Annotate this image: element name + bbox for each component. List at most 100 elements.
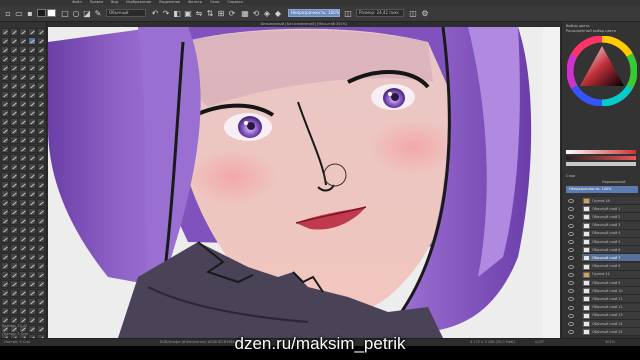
brush-preset-icon[interactable] <box>19 244 27 252</box>
brush-preset-icon[interactable] <box>10 37 18 45</box>
gradient-icon[interactable]: ◪ <box>82 8 92 18</box>
brush-preset-icon[interactable] <box>10 73 18 81</box>
brush-preset-icon[interactable] <box>19 289 27 297</box>
brush-preset-icon[interactable] <box>1 190 9 198</box>
brush-preset-icon[interactable] <box>37 271 45 279</box>
visibility-eye-icon[interactable] <box>568 297 574 302</box>
brush-preset-icon[interactable] <box>10 82 18 90</box>
brush-preset-icon[interactable] <box>1 316 9 324</box>
canvas-tab-title[interactable]: Безымянный [Без изменений] (Масштаб 301%… <box>48 22 560 27</box>
redo-icon[interactable]: ↷ <box>161 8 171 18</box>
brush-preset-icon[interactable] <box>28 253 36 261</box>
layer-row[interactable]: Обычный слой 9 <box>582 279 640 287</box>
workspace-icon[interactable]: ⚙ <box>420 8 430 18</box>
brush-preset-icon[interactable] <box>1 235 9 243</box>
brush-preset-icon[interactable] <box>37 91 45 99</box>
undo-icon[interactable]: ↶ <box>150 8 160 18</box>
brush-preset-icon[interactable] <box>10 199 18 207</box>
brush-preset-icon[interactable] <box>1 109 9 117</box>
brush-preset-icon[interactable] <box>37 73 45 81</box>
brush-preset-icon[interactable] <box>37 226 45 234</box>
brush-preset-icon[interactable] <box>37 316 45 324</box>
brush-preset-icon[interactable] <box>37 244 45 252</box>
flow-icon[interactable]: ◈ <box>262 8 272 18</box>
brush-preset-icon[interactable] <box>37 145 45 153</box>
alpha-lock-icon[interactable]: ▣ <box>183 8 193 18</box>
brush-preset-icon[interactable] <box>10 190 18 198</box>
brush-preset-icon[interactable] <box>19 55 27 63</box>
brush-preset-icon[interactable] <box>1 298 9 306</box>
reload-icon[interactable]: ⟳ <box>227 8 237 18</box>
brush-preset-icon[interactable] <box>28 163 36 171</box>
brush-preset-icon[interactable] <box>37 28 45 36</box>
brush-preset-icon[interactable] <box>1 307 9 315</box>
brush-preset-icon[interactable] <box>1 136 9 144</box>
brush-preset-icon[interactable] <box>37 208 45 216</box>
brush-preset-icon[interactable] <box>37 109 45 117</box>
brush-preset-icon[interactable] <box>28 145 36 153</box>
brush-preset-icon[interactable] <box>1 271 9 279</box>
brush-preset-icon[interactable] <box>28 244 36 252</box>
reset-icon[interactable]: ⟲ <box>251 8 261 18</box>
brush-preset-icon[interactable] <box>10 154 18 162</box>
brush-preset-icon[interactable] <box>37 217 45 225</box>
brush-preset-icon[interactable] <box>19 307 27 315</box>
brush-preset-icon[interactable] <box>28 289 36 297</box>
brush-preset-icon[interactable] <box>37 289 45 297</box>
brush-preset-icon[interactable] <box>19 271 27 279</box>
brush-settings-icon[interactable]: ✎ <box>93 8 103 18</box>
brush-preset-icon[interactable] <box>37 64 45 72</box>
brush-preset-icon[interactable] <box>37 55 45 63</box>
brush-preset-icon[interactable] <box>28 91 36 99</box>
layer-row[interactable]: Обычный слой 5 <box>582 238 640 246</box>
brush-preset-icon[interactable] <box>37 325 45 333</box>
brush-preset-icon[interactable] <box>19 235 27 243</box>
brush-preset-icon[interactable] <box>10 235 18 243</box>
brush-preset-icon[interactable] <box>28 82 36 90</box>
new-document-icon[interactable]: ▫ <box>3 8 13 18</box>
layer-group[interactable]: Группа 18 <box>582 197 640 205</box>
brush-preset-icon[interactable] <box>19 46 27 54</box>
visibility-eye-icon[interactable] <box>568 256 574 261</box>
brush-preset-icon[interactable] <box>19 262 27 270</box>
brush-preset-icon[interactable] <box>1 181 9 189</box>
brush-preset-icon[interactable] <box>28 136 36 144</box>
brush-preset-icon[interactable] <box>28 118 36 126</box>
visibility-eye-icon[interactable] <box>568 281 574 285</box>
brush-preset-icon[interactable] <box>10 118 18 126</box>
brush-preset-icon[interactable] <box>1 253 9 261</box>
brush-preset-icon[interactable] <box>1 217 9 225</box>
layer-row[interactable]: Обычный слой 6 <box>582 246 640 255</box>
layer-row[interactable]: Обычный слой 12 <box>582 303 640 312</box>
brush-preset-icon[interactable] <box>19 100 27 108</box>
brush-preset-icon[interactable] <box>37 262 45 270</box>
brush-preset-icon[interactable] <box>37 82 45 90</box>
brush-preset-icon[interactable] <box>1 46 9 54</box>
save-icon[interactable]: ▪ <box>25 8 35 18</box>
brush-preset-icon[interactable] <box>10 262 18 270</box>
size-lock-icon[interactable]: ◫ <box>408 8 418 18</box>
brush-preset-icon[interactable] <box>37 199 45 207</box>
visibility-eye-icon[interactable] <box>568 231 574 236</box>
brush-preset-icon[interactable] <box>19 190 27 198</box>
brush-preset-icon[interactable] <box>37 280 45 288</box>
layer-row[interactable]: Обычный слой 13 <box>582 311 640 320</box>
brush-preset-icon[interactable] <box>28 73 36 81</box>
brush-preset-icon[interactable] <box>28 226 36 234</box>
artwork-illustration[interactable] <box>48 27 560 338</box>
brush-preset-icon[interactable] <box>10 91 18 99</box>
brush-preset-icon[interactable] <box>19 280 27 288</box>
layer-opacity-field[interactable]: Непрозрачность: 100% <box>566 186 638 193</box>
brush-preset-icon[interactable] <box>10 145 18 153</box>
brush-preset-icon[interactable] <box>28 217 36 225</box>
erase-mode-icon[interactable]: ◧ <box>172 8 182 18</box>
visibility-eye-icon[interactable] <box>568 248 574 253</box>
brush-preset-icon[interactable] <box>10 100 18 108</box>
brush-preset-icon[interactable] <box>1 145 9 153</box>
brush-preset-icon[interactable] <box>10 271 18 279</box>
layer-row[interactable]: Обычный слой 3 <box>582 221 640 230</box>
brush-preset-icon[interactable] <box>37 154 45 162</box>
visibility-eye-icon[interactable] <box>568 223 574 228</box>
size-field[interactable]: Размер: 24,42 пикс <box>356 9 404 17</box>
brush-preset-icon[interactable] <box>19 217 27 225</box>
